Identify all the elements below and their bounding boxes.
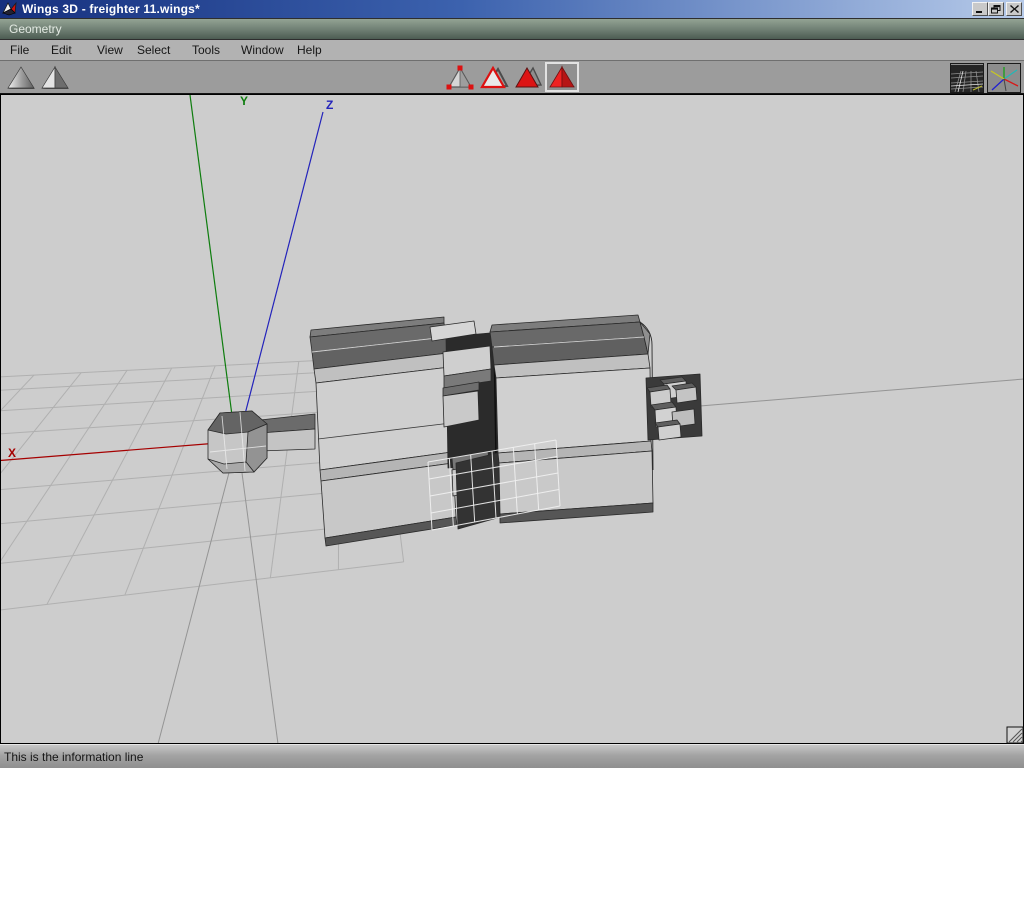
hull-right-half: [490, 315, 653, 523]
z-axis-label: Z: [326, 98, 333, 112]
tool-bar: [0, 60, 1024, 94]
face-mode-icon: [513, 63, 543, 91]
menu-edit[interactable]: Edit: [49, 40, 74, 60]
window-title: Wings 3D - freighter 11.wings*: [22, 2, 200, 16]
axes-icon: [988, 65, 1020, 92]
menu-window[interactable]: Window: [239, 40, 286, 60]
menu-help[interactable]: Help: [295, 40, 324, 60]
face-select-button[interactable]: [511, 62, 545, 92]
toggle-axes-button[interactable]: [987, 63, 1021, 93]
geometry-viewport[interactable]: X Y Z: [0, 94, 1024, 744]
information-line-text: This is the information line: [4, 750, 143, 764]
vertex-mode-icon: [445, 63, 475, 91]
smooth-pyramid-icon: [5, 64, 37, 92]
geometry-window-label: Geometry: [9, 22, 62, 36]
viewport-resize-handle[interactable]: [1007, 727, 1023, 743]
geometry-window-caption[interactable]: Geometry: [0, 18, 1024, 40]
screen: Wings 3D - freighter 11.wings*: [0, 0, 1024, 900]
flat-pyramid-icon: [39, 64, 71, 92]
minimize-button[interactable]: [972, 2, 988, 16]
body-select-button[interactable]: [545, 62, 579, 92]
wings3d-window: Wings 3D - freighter 11.wings*: [0, 0, 1024, 768]
y-axis-label: Y: [240, 94, 248, 108]
menu-select[interactable]: Select: [135, 40, 172, 60]
restore-button[interactable]: [988, 2, 1004, 16]
x-axis-label: X: [8, 446, 16, 460]
menu-view[interactable]: View: [95, 40, 125, 60]
edge-select-button[interactable]: [477, 62, 511, 92]
edge-mode-icon: [479, 63, 509, 91]
wings3d-logo-icon: [2, 1, 18, 17]
minimize-icon: [975, 5, 985, 13]
title-bar[interactable]: Wings 3D - freighter 11.wings*: [0, 0, 1024, 18]
information-line: This is the information line: [0, 744, 1024, 768]
neck-front: [260, 429, 315, 451]
menu-tools[interactable]: Tools: [190, 40, 222, 60]
toggle-ground-plane-button[interactable]: [950, 63, 984, 93]
body-mode-icon: [547, 64, 577, 90]
menu-file[interactable]: File: [8, 40, 31, 60]
vertex-select-button[interactable]: [443, 62, 477, 92]
restore-icon: [991, 5, 1001, 14]
menu-bar: File Edit View Select Tools Window Help: [0, 40, 1024, 60]
cockpit-ball: [208, 411, 267, 473]
hull-left-half: [310, 317, 457, 546]
ground-plane-icon: [951, 65, 983, 92]
close-icon: [1010, 5, 1019, 13]
smooth-shaded-view-button[interactable]: [4, 63, 38, 93]
close-button[interactable]: [1006, 2, 1022, 16]
flat-shaded-view-button[interactable]: [38, 63, 72, 93]
engine-cluster: [646, 374, 702, 440]
